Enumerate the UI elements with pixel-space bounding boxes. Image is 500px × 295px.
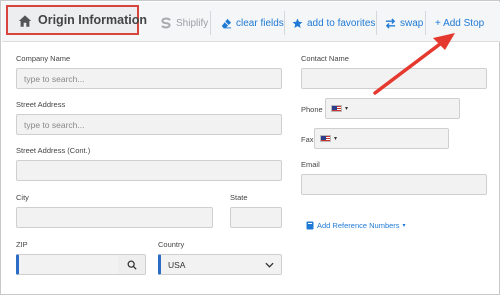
country-select[interactable]: USA [158,254,282,275]
swap-button[interactable]: swap [385,15,423,31]
clear-fields-label: clear fields [236,17,284,29]
fax-input[interactable]: ▾ [314,128,449,149]
caret-down-icon: ▾ [345,106,349,112]
origin-information-panel: Origin Information Shiplify clear fields… [0,0,500,295]
toolbar-divider [425,11,426,35]
us-flag-icon [320,135,331,142]
add-stop-button[interactable]: + Add Stop [435,15,484,31]
chevron-down-icon [265,262,274,268]
book-icon [306,221,314,230]
email-label: Email [301,160,320,169]
add-reference-numbers-link[interactable]: Add Reference Numbers ▾ [306,221,406,230]
title-highlight-box: Origin Information [6,5,147,35]
street-address-label: Street Address [16,100,66,109]
zip-search-button[interactable] [118,254,146,275]
zip-label: ZIP [16,240,28,249]
toolbar-divider [376,11,377,35]
contact-name-label: Contact Name [301,54,349,63]
clear-fields-button[interactable]: clear fields [221,15,284,31]
company-name-label: Company Name [16,54,71,63]
eraser-icon [221,18,232,28]
city-label: City [16,193,29,202]
star-icon [292,18,303,28]
add-to-favorites-label: add to favorites [307,17,376,29]
add-to-favorites-button[interactable]: add to favorites [292,15,375,31]
swap-label: swap [400,17,424,29]
state-input[interactable] [230,207,282,228]
street-address-cont-input[interactable] [16,160,282,181]
caret-down-icon: ▾ [334,136,338,142]
country-value: USA [168,259,186,270]
street-address-cont-label: Street Address (Cont.) [16,146,91,155]
street-address-input[interactable]: type to search... [16,114,282,135]
caret-down-icon: ▾ [402,223,406,229]
contact-name-input[interactable] [301,68,487,89]
shiplify-logo-icon [161,17,171,29]
toolbar-divider [210,11,211,35]
country-label: Country [158,240,185,249]
fax-label: Fax [301,135,314,144]
us-flag-icon [331,105,342,112]
shiplify-button[interactable]: Shiplify [160,15,208,31]
email-input[interactable] [301,174,487,195]
phone-label: Phone [301,105,323,114]
add-stop-label: + Add Stop [435,17,485,29]
search-icon [127,260,137,270]
swap-arrows-icon [385,17,396,29]
panel-header: Origin Information Shiplify clear fields… [2,2,500,42]
page-title: Origin Information [38,13,148,27]
city-input[interactable] [16,207,213,228]
add-reference-numbers-label: Add Reference Numbers [317,221,400,230]
zip-input[interactable] [16,254,119,275]
company-name-input[interactable]: type to search... [16,68,282,89]
home-icon [18,15,32,27]
toolbar-divider [284,11,285,35]
shiplify-label: Shiplify [176,17,209,29]
state-label: State [230,193,248,202]
phone-input[interactable]: ▾ [325,98,460,119]
